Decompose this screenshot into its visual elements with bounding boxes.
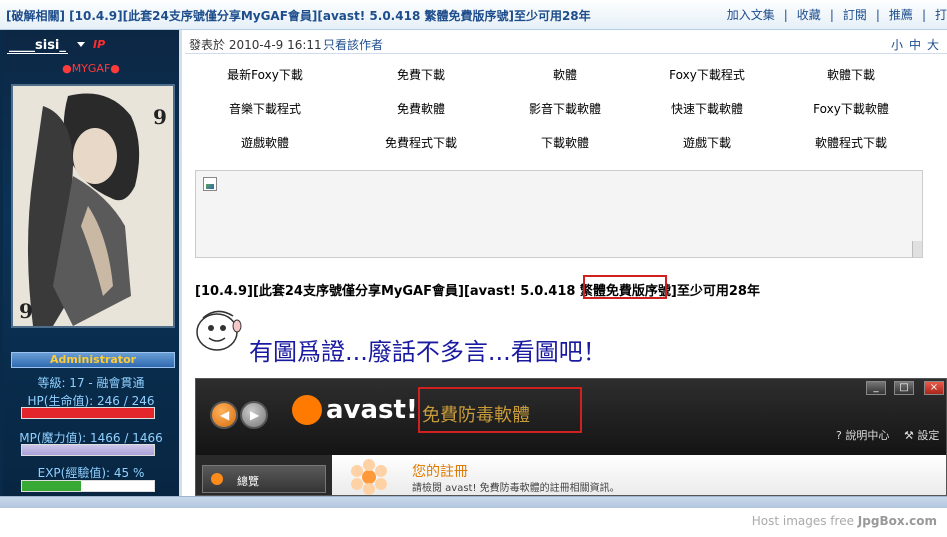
highlight-box (583, 275, 667, 299)
print-link[interactable]: 打 (935, 8, 947, 22)
font-large-link[interactable]: 大 (927, 38, 939, 52)
ad-link-grid: 最新Foxy下載 免費下載 軟體 Foxy下載程式 軟體下載 音樂下載程式 免費… (195, 60, 925, 162)
ad-link[interactable]: 音樂下載程式 (195, 100, 335, 117)
user-panel: ____sisi_ IP ●MYGAF● 9 9 Administrator 等… (3, 30, 179, 496)
avast-logo-icon (292, 395, 322, 425)
horizontal-scrollbar[interactable] (0, 496, 947, 508)
avast-panel: 您的註冊 請檢閱 avast! 免費防毒軟體的註冊相關資訊。 (332, 455, 946, 495)
broken-image-icon (203, 177, 217, 191)
chevron-down-icon[interactable] (77, 42, 85, 47)
ad-row: 音樂下載程式 免費軟體 影音下載軟體 快速下載軟體 Foxy下載軟體 (195, 94, 925, 128)
avast-header: ◀ ▶ avast! 免費防毒軟體 _ □ × ? 說明中心 ⚒ 設定 (196, 379, 946, 455)
post-body-headline: 有圖爲證...廢話不多言...看圖吧！ (249, 338, 607, 366)
forward-icon: ▶ (240, 401, 268, 429)
user-group: ●MYGAF● (62, 62, 120, 75)
ad-link[interactable]: Foxy下載軟體 (781, 100, 921, 117)
user-sidebar: ____sisi_ IP ●MYGAF● 9 9 Administrator 等… (0, 30, 182, 496)
ad-link[interactable]: 軟體 (495, 66, 635, 83)
add-to-collection-link[interactable]: 加入文集 (727, 8, 775, 22)
image-host-credit[interactable]: Host images free JpgBox.com (752, 514, 937, 528)
avast-nav: 總覽 (196, 455, 332, 495)
ad-link[interactable]: 遊戲下載 (637, 134, 777, 151)
recommend-link[interactable]: 推薦 (889, 8, 913, 22)
post-title-line: [10.4.9][此套24支序號僅分享MyGAF會員][avast! 5.0.4… (195, 284, 760, 299)
avatar: 9 9 (11, 84, 175, 328)
divider: | (921, 8, 926, 22)
user-level: 等級: 17 - 融會貫通 (37, 376, 145, 390)
ad-link[interactable]: 影音下載軟體 (495, 100, 635, 117)
ad-link[interactable]: 免費下載 (351, 66, 491, 83)
post-date: 發表於 2010-4-9 16:11 (189, 38, 322, 52)
svg-text:9: 9 (153, 105, 167, 129)
ad-link[interactable]: 免費軟體 (351, 100, 491, 117)
close-icon: × (924, 381, 944, 395)
ad-link[interactable]: 軟體下載 (781, 66, 921, 83)
registration-description: 請檢閱 avast! 免費防毒軟體的註冊相關資訊。 (412, 483, 620, 494)
minimize-icon: _ (866, 381, 886, 395)
post-header: 發表於 2010-4-9 16:11 只看該作者 小中大 (185, 30, 947, 54)
svg-text:9: 9 (19, 299, 33, 323)
settings-label: ⚒ 設定 (904, 429, 940, 442)
post-content: 發表於 2010-4-9 16:11 只看該作者 小中大 最新Foxy下載 免費… (185, 30, 947, 496)
thread-title: [破解相關] [10.4.9][此套24支序號僅分享MyGAF會員][avast… (6, 9, 591, 23)
divider: | (829, 8, 834, 22)
ad-link[interactable]: 最新Foxy下載 (195, 66, 335, 83)
divider: | (875, 8, 880, 22)
avast-logo: avast! (326, 395, 418, 425)
ad-link[interactable]: 免費程式下載 (351, 134, 491, 151)
frame-scrollbar[interactable] (912, 241, 922, 257)
font-small-link[interactable]: 小 (891, 38, 903, 52)
footer: Host images free JpgBox.com (0, 508, 947, 537)
exp-bar-fill (22, 481, 82, 491)
favorite-link[interactable]: 收藏 (797, 8, 821, 22)
divider: | (783, 8, 788, 22)
hp-bar (21, 407, 155, 419)
ad-link[interactable]: Foxy下載程式 (637, 66, 777, 83)
avatar-illustration: 9 9 (13, 86, 173, 326)
avast-screenshot: ◀ ▶ avast! 免費防毒軟體 _ □ × ? 說明中心 ⚒ 設定 總覽 您… (195, 378, 947, 496)
ad-row: 最新Foxy下載 免費下載 軟體 Foxy下載程式 軟體下載 (195, 60, 925, 94)
help-center-label: ? 說明中心 (836, 429, 890, 442)
title-bar: [破解相關] [10.4.9][此套24支序號僅分享MyGAF會員][avast… (0, 0, 947, 30)
view-author-only-link[interactable]: 只看該作者 (323, 36, 383, 53)
mp-bar-fill (22, 445, 154, 455)
ip-icon[interactable]: IP (93, 38, 105, 51)
username[interactable]: ____sisi_ (7, 38, 68, 54)
mp-bar (21, 444, 155, 456)
back-icon: ◀ (210, 401, 238, 429)
font-size-switcher: 小中大 (885, 36, 939, 53)
summary-icon (211, 473, 223, 485)
maximize-icon: □ (894, 381, 914, 395)
flower-icon (351, 459, 387, 495)
ad-link[interactable]: 下載軟體 (495, 134, 635, 151)
registration-title: 您的註冊 (412, 464, 468, 480)
ad-row: 遊戲軟體 免費程式下載 下載軟體 遊戲下載 軟體程式下載 (195, 128, 925, 162)
emoticon-icon (196, 310, 242, 351)
subscribe-link[interactable]: 訂閱 (843, 8, 867, 22)
avast-nav-item: 總覽 (202, 465, 326, 493)
role-badge: Administrator (11, 352, 175, 368)
ad-link[interactable]: 快速下載軟體 (637, 100, 777, 117)
edition-label: 免費防毒軟體 (422, 405, 530, 426)
ad-link[interactable]: 遊戲軟體 (195, 134, 335, 151)
exp-label: EXP(經驗值): 45 % (37, 466, 145, 480)
ad-link[interactable]: 軟體程式下載 (781, 134, 921, 151)
font-medium-link[interactable]: 中 (909, 38, 921, 52)
exp-bar (21, 480, 155, 492)
embedded-ad-frame[interactable] (195, 170, 923, 258)
thread-actions: 加入文集 | 收藏 | 訂閱 | 推薦 | 打 (727, 6, 947, 23)
